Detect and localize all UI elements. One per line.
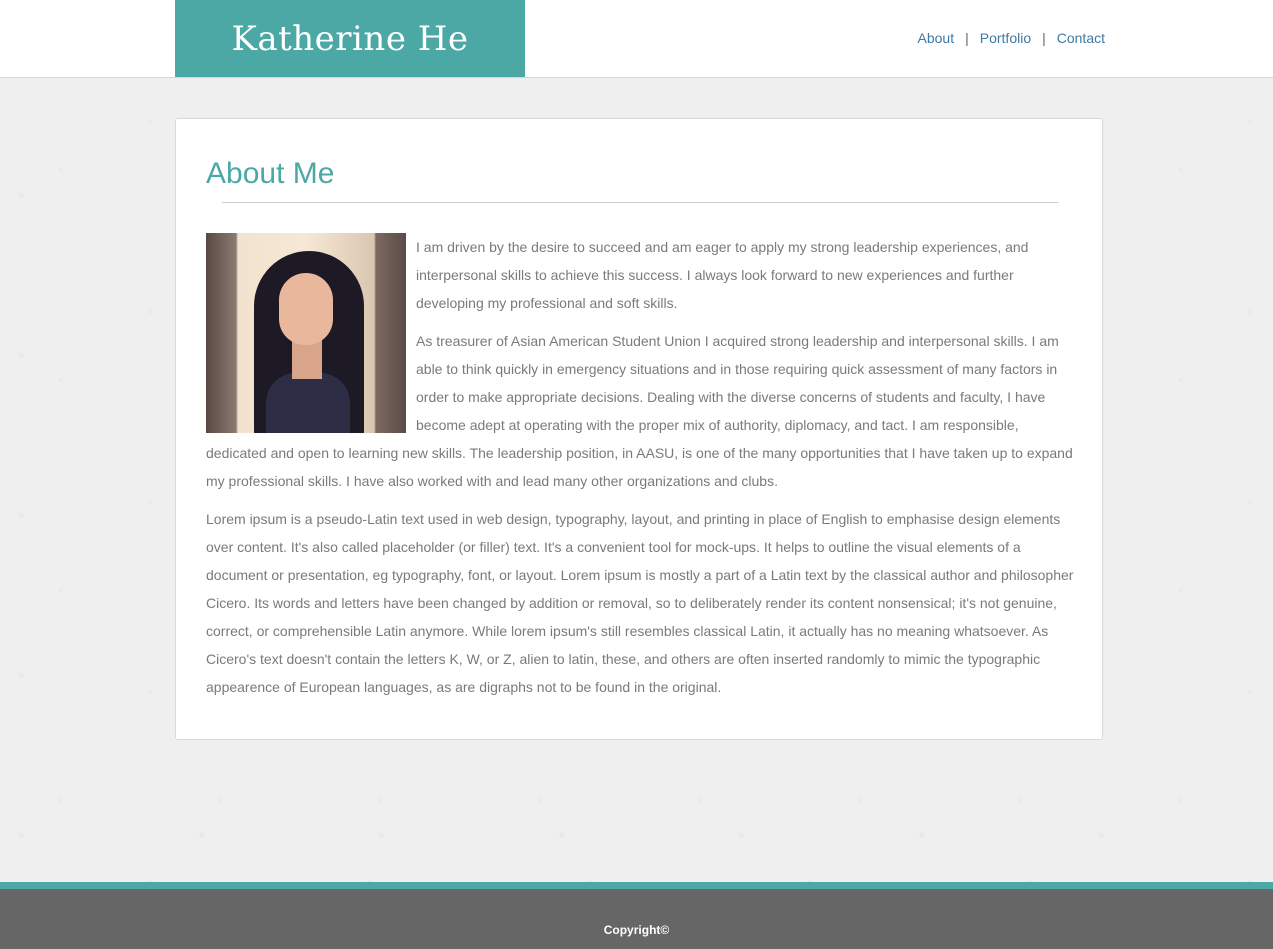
nav-link-contact[interactable]: Contact [1057, 30, 1105, 46]
site-footer: Copyright© [0, 889, 1273, 949]
nav-separator: | [965, 30, 969, 46]
copyright-text: Copyright© [603, 923, 670, 937]
footer-accent-stripe [0, 882, 1273, 889]
section-title: About Me [206, 157, 335, 190]
title-divider [222, 202, 1059, 203]
about-card: About Me I am driven by the desire to su… [175, 118, 1103, 740]
brand-banner[interactable]: Katherine He [175, 0, 525, 77]
nav-separator: | [1042, 30, 1046, 46]
photo-shirt [266, 373, 350, 433]
nav-link-portfolio[interactable]: Portfolio [980, 30, 1031, 46]
main-nav: About | Portfolio | Contact [918, 30, 1105, 46]
about-content: I am driven by the desire to succeed and… [206, 233, 1076, 711]
about-paragraph: Lorem ipsum is a pseudo-Latin text used … [206, 511, 1074, 695]
photo-face [279, 273, 333, 345]
profile-photo [206, 233, 406, 433]
nav-link-about[interactable]: About [918, 30, 955, 46]
photo-neck [292, 339, 322, 379]
site-header: Katherine He About | Portfolio | Contact [0, 0, 1273, 78]
site-title[interactable]: Katherine He [231, 19, 468, 59]
